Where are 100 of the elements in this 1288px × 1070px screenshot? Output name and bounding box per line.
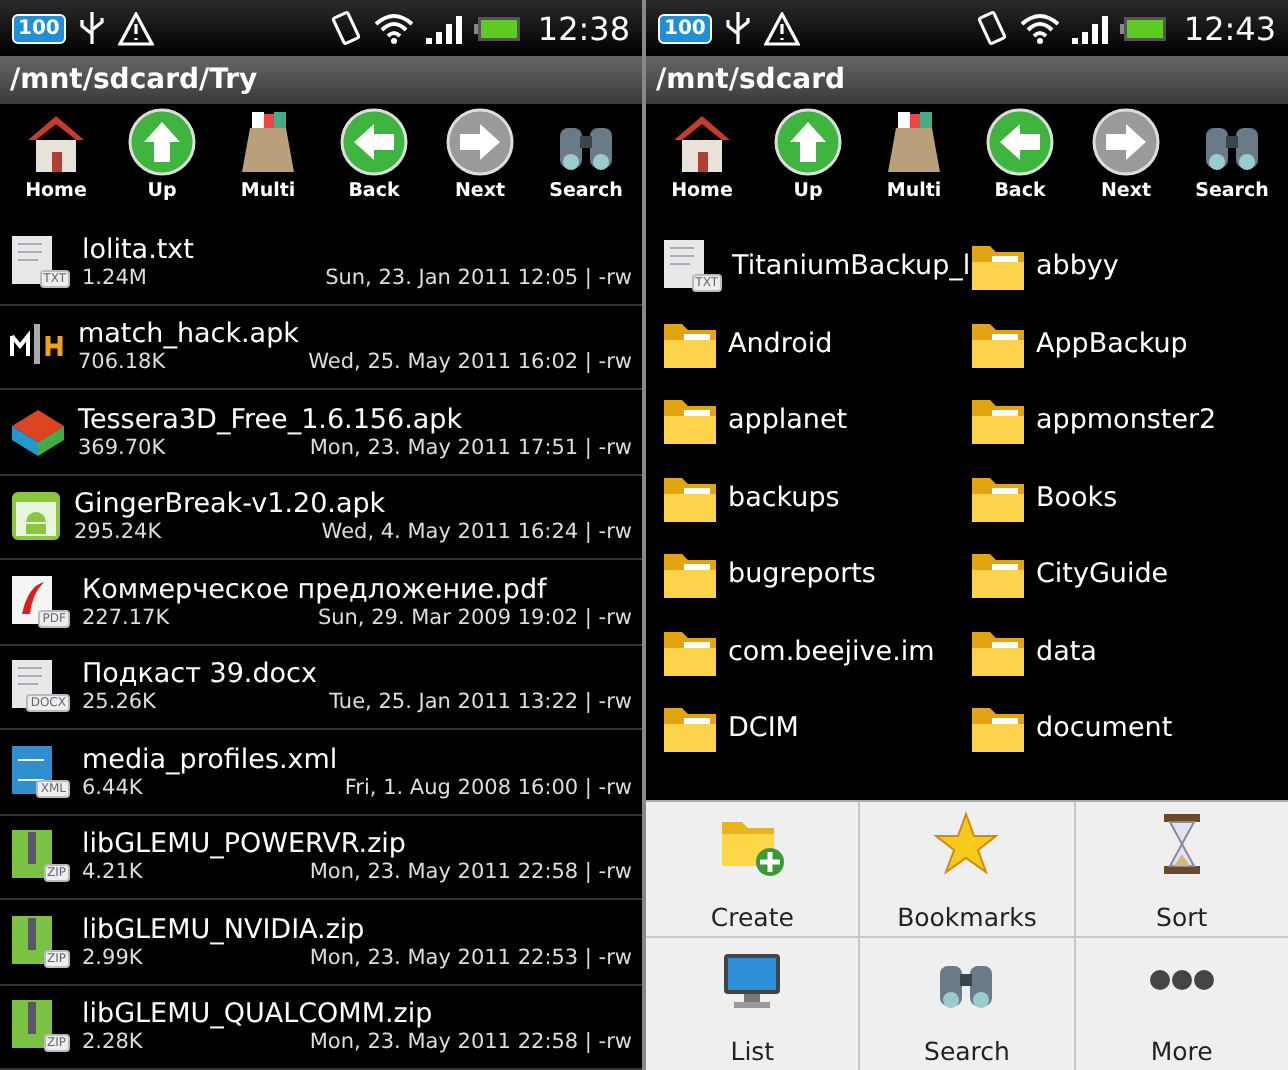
wifi-icon — [373, 12, 414, 44]
toolbar-button[interactable]: Next — [428, 108, 532, 220]
file-size: 227.17K — [82, 605, 170, 630]
folder-icon — [970, 548, 1026, 601]
menu-item[interactable]: Bookmarks — [860, 802, 1074, 935]
item-name: Android — [728, 327, 833, 360]
grid-item[interactable]: bugreports — [662, 536, 970, 613]
item-name: DCIM — [728, 712, 799, 745]
item-name: AppBackup — [1036, 327, 1188, 360]
file-name: media_profiles.xml — [82, 743, 340, 776]
file-name: libGLEMU_NVIDIA.zip — [82, 913, 367, 946]
folder-icon — [662, 394, 718, 447]
file-size: 6.44K — [82, 775, 143, 800]
wifi-icon — [1019, 12, 1060, 44]
menu-item[interactable]: More — [1075, 937, 1288, 1070]
item-name: abbyy — [1036, 250, 1119, 283]
item-name: bugreports — [728, 558, 876, 591]
toolbar-button[interactable]: Home — [4, 108, 108, 220]
file-row[interactable]: Tessera3D_Free_1.6.156.apk 369.70K Mon, 23. May 2011 17:51 | -rw — [0, 390, 642, 475]
file-size: 295.24K — [74, 520, 162, 545]
item-name: appmonster2 — [1036, 404, 1217, 437]
item-name: TitaniumBackup_li — [732, 250, 970, 283]
vibrate-icon — [329, 10, 362, 46]
grid-item[interactable]: applanet — [662, 382, 970, 459]
toolbar-button[interactable]: Home — [650, 108, 754, 220]
file-date-permissions: Fri, 1. Aug 2008 16:00 | -rw — [344, 775, 632, 800]
current-path: /mnt/sdcard/Try — [10, 64, 258, 96]
menu-item[interactable]: Search — [860, 937, 1074, 1070]
file-date-permissions: Mon, 23. May 2011 22:58 | -rw — [309, 1030, 632, 1055]
warning-icon — [763, 11, 800, 45]
grid-item[interactable]: abbyy — [970, 228, 1278, 305]
grid-item[interactable]: backups — [662, 459, 970, 536]
file-name: lolita.txt — [82, 233, 196, 266]
file-row[interactable]: GingerBreak-v1.20.apk 295.24K Wed, 4. May 2011 16:24 | -rw — [0, 475, 642, 560]
file-name: Коммерческое предложение.pdf — [82, 573, 549, 606]
grid-item[interactable]: data — [970, 613, 1278, 690]
folder-icon — [662, 548, 718, 601]
item-name: CityGuide — [1036, 558, 1169, 591]
file-row[interactable]: match_hack.apk 706.18K Wed, 25. May 2011 16:02 | -rw — [0, 305, 642, 390]
toolbar-button[interactable]: Multi — [862, 108, 966, 220]
grid-item[interactable]: appmonster2 — [970, 382, 1278, 459]
toolbar-button[interactable]: Up — [756, 108, 860, 220]
file-date-permissions: Wed, 4. May 2011 16:24 | -rw — [321, 520, 632, 545]
battery-icon — [1119, 15, 1168, 41]
item-name: Books — [1036, 481, 1118, 514]
cube-icon — [10, 405, 66, 458]
file-date-permissions: Mon, 23. May 2011 22:58 | -rw — [309, 860, 632, 885]
file-date-permissions: Sun, 23. Jan 2011 12:05 | -rw — [325, 265, 632, 290]
star-icon — [932, 810, 1001, 878]
folder-icon — [970, 240, 1026, 293]
toolbar-button[interactable]: Search — [534, 108, 638, 220]
item-name: document — [1036, 712, 1173, 745]
file-date-permissions: Tue, 25. Jan 2011 13:22 | -rw — [329, 690, 632, 715]
toolbar-button[interactable]: Multi — [216, 108, 320, 220]
warning-icon — [117, 11, 154, 45]
file-name: libGLEMU_QUALCOMM.zip — [82, 998, 435, 1031]
clock: 12:38 — [537, 9, 630, 47]
file-size: 369.70K — [78, 435, 166, 460]
folder-icon — [970, 702, 1026, 755]
battery-level-badge: 100 — [12, 13, 66, 43]
menu-item[interactable]: Create — [646, 802, 859, 935]
toolbar-button[interactable]: Back — [968, 108, 1072, 220]
toolbar-button[interactable]: Up — [110, 108, 214, 220]
file-size: 4.21K — [82, 860, 143, 885]
android-icon — [10, 490, 62, 543]
file-date-permissions: Wed, 25. May 2011 16:02 | -rw — [308, 350, 632, 375]
item-name: com.beejive.im — [728, 635, 935, 668]
grid-item[interactable]: CityGuide — [970, 536, 1278, 613]
grid-item[interactable]: Books — [970, 459, 1278, 536]
usb-icon — [77, 10, 106, 46]
item-name: data — [1036, 635, 1097, 668]
item-name: backups — [728, 481, 840, 514]
current-path: /mnt/sdcard — [656, 64, 845, 96]
folder-icon — [970, 394, 1026, 447]
file-name: Подкаст 39.docx — [82, 658, 319, 691]
grid-item[interactable]: com.beejive.im — [662, 613, 970, 690]
grid-item[interactable]: Android — [662, 305, 970, 382]
grid-item[interactable]: document — [970, 690, 1278, 767]
menu-item[interactable]: Sort — [1075, 802, 1288, 935]
grid-item[interactable]: DCIM — [662, 690, 970, 767]
item-name: applanet — [728, 404, 848, 437]
dots-icon — [1147, 969, 1216, 989]
menu-item[interactable]: List — [646, 937, 859, 1070]
toolbar-button[interactable]: Search — [1180, 108, 1284, 220]
file-date-permissions: Mon, 23. May 2011 22:53 | -rw — [309, 945, 632, 970]
file-name: libGLEMU_POWERVR.zip — [82, 828, 408, 861]
file-date-permissions: Sun, 29. Mar 2009 19:02 | -rw — [317, 605, 632, 630]
signal-icon — [1071, 13, 1108, 43]
folder-icon — [662, 702, 718, 755]
file-size: 706.18K — [78, 350, 166, 375]
battery-icon — [473, 15, 522, 41]
usb-icon — [723, 10, 752, 46]
toolbar-button[interactable]: Back — [322, 108, 426, 220]
toolbar-button[interactable]: Next — [1074, 108, 1178, 220]
grid-item[interactable]: AppBackup — [970, 305, 1278, 382]
battery-level-badge: 100 — [658, 13, 712, 43]
file-name: Tessera3D_Free_1.6.156.apk — [78, 403, 465, 436]
clock: 12:43 — [1183, 9, 1276, 47]
vibrate-icon — [975, 10, 1008, 46]
file-date-permissions: Mon, 23. May 2011 17:51 | -rw — [309, 435, 632, 460]
